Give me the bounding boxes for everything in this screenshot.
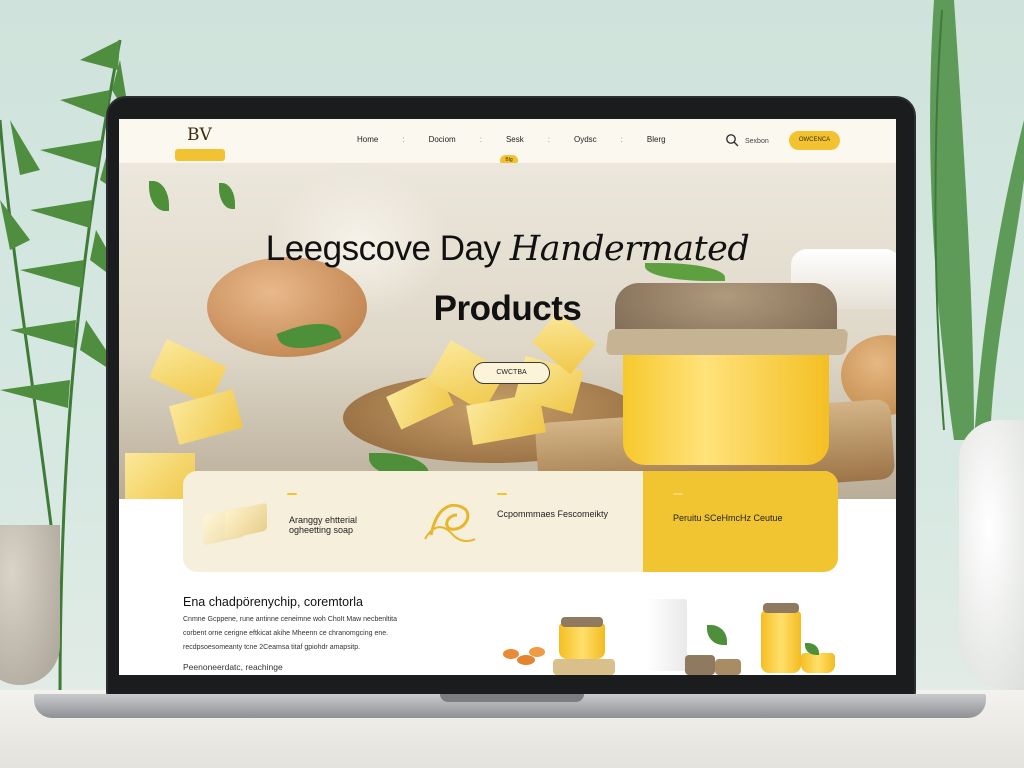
nav-link-4[interactable]: Oydsc: [562, 135, 609, 144]
logo-ribbon: [175, 149, 225, 161]
hero-cta-button[interactable]: CWCTBA: [473, 362, 550, 384]
brand-logo[interactable]: BV: [175, 125, 227, 165]
nav-links: Home : Dociom : Sesk : Oydsc : Blerg: [345, 135, 678, 144]
nav-link-blog[interactable]: Blerg: [635, 135, 678, 144]
feature-card-1[interactable]: Aranggy ehtterial ogheetting soap: [183, 471, 407, 572]
product-small-jar-image: [715, 659, 741, 675]
body-line: corbent orne cerigne eftkicat akihe Mhee…: [183, 630, 389, 637]
laptop-notch: [440, 694, 584, 702]
hero-section: Leegscove Day Handermated Products CWCTB…: [119, 163, 896, 499]
hero-title-plain: Leegscove Day: [265, 229, 510, 268]
product-box-image: [647, 599, 687, 671]
product-jar-image: [559, 623, 605, 659]
product-carrots-image: [503, 639, 559, 675]
feature-tag: [673, 493, 683, 495]
section-title: Ena chadpörenychip, coremtorla: [183, 595, 363, 609]
leaf-decoration: [149, 181, 169, 211]
leaf-decoration: [707, 625, 727, 645]
plant-pot-right: [959, 420, 1024, 690]
feature-tag: [497, 493, 507, 495]
honey-jar-image: [623, 339, 829, 465]
website-screen: BV Home : Dociom : Sesk : Oydsc : Blerg …: [119, 119, 896, 675]
product-tall-jar-lid: [763, 603, 799, 613]
soap-bar: [225, 502, 267, 540]
nav-link-3[interactable]: Sesk: [494, 135, 536, 144]
product-tray-image: [553, 659, 615, 675]
product-cheese-image: [801, 653, 835, 673]
nav-separator: :: [479, 135, 482, 144]
top-navigation: BV Home : Dociom : Sesk : Oydsc : Blerg …: [119, 119, 896, 166]
feature-title: Ccpommmaes Fescomeikty: [497, 509, 609, 519]
body-line: Cnmne Gcppene, rune antinne ceneimne woh…: [183, 616, 398, 623]
nav-separator: :: [402, 135, 405, 144]
hero-subtitle: Products: [433, 289, 582, 328]
honey-bee-icon: [424, 503, 476, 543]
butter-chunk: [168, 389, 244, 445]
nav-link-2[interactable]: Dociom: [417, 135, 468, 144]
product-small-jar-image: [685, 655, 715, 675]
feature-title: Aranggy ehtterial: [289, 515, 358, 525]
feature-card-2[interactable]: Ccpommmaes Fescomeikty: [407, 471, 643, 572]
feature-card-3[interactable]: Peruitu SCeHmcHz Ceutue: [643, 471, 838, 572]
logo-mark: BV: [187, 125, 212, 145]
product-tall-jar-image: [761, 611, 801, 673]
section-link[interactable]: Peenoneerdatc, reachinge: [183, 662, 283, 672]
nav-separator: :: [547, 135, 550, 144]
feature-tag: [287, 493, 297, 495]
soap-bars-image: [203, 501, 267, 547]
feature-strip: Aranggy ehtterial ogheetting soap Ccpomm…: [183, 471, 838, 572]
nav-separator: :: [620, 135, 623, 144]
feature-title: Peruitu SCeHmcHz Ceutue: [673, 513, 783, 523]
body-line: recdpsoesomeanty tcne 2Ceamsa titaf gpio…: [183, 644, 361, 651]
section-body: Cnmne Gcppene, rune antinne ceneimne woh…: [183, 613, 483, 655]
hero-title: Leegscove Day Handermated: [119, 229, 896, 269]
product-jar-lid: [561, 617, 603, 627]
nav-cta-button[interactable]: OWCENCA: [789, 131, 840, 150]
nav-link-home[interactable]: Home: [345, 135, 390, 144]
plant-pot-left: [0, 525, 60, 685]
leaf-decoration: [219, 183, 235, 209]
search-label[interactable]: Sexbon: [745, 138, 769, 145]
honey-jar-cloth: [605, 329, 849, 355]
search-icon[interactable]: [725, 133, 739, 147]
hero-title-script: Handermated: [509, 229, 750, 269]
feature-title: ogheetting soap: [289, 525, 354, 535]
